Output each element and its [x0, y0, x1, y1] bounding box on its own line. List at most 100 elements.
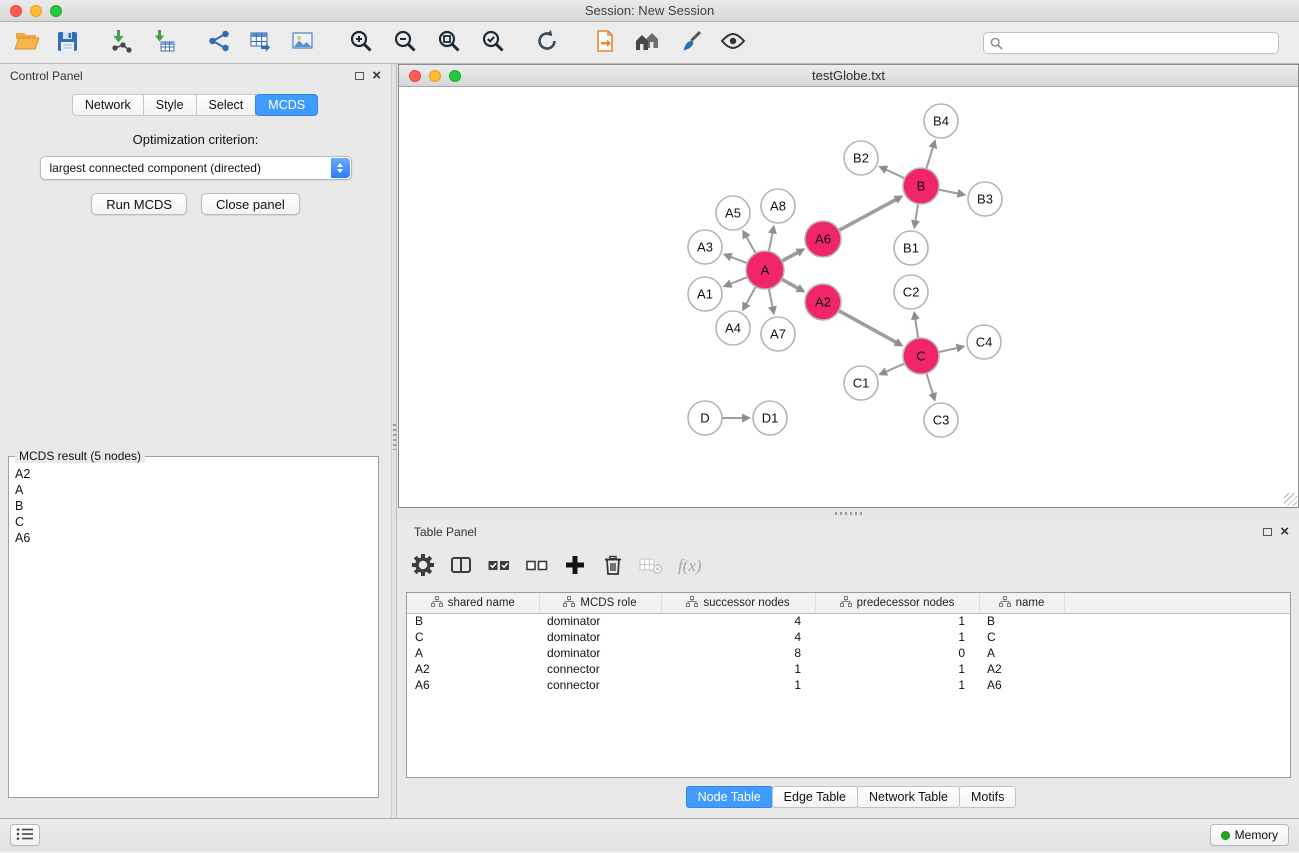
edge-C-C1[interactable] [886, 363, 905, 372]
select-all-columns-button[interactable] [484, 552, 514, 580]
tab-node-table[interactable]: Node Table [686, 786, 773, 808]
table-cell[interactable]: 4 [661, 629, 815, 645]
table-cell[interactable]: C [407, 629, 539, 645]
horizontal-splitter[interactable] [398, 508, 1299, 520]
vertical-splitter[interactable] [391, 64, 397, 818]
node-A8[interactable]: A8 [761, 189, 795, 223]
edge-B-B3[interactable] [939, 190, 959, 194]
table-cell[interactable]: A [407, 645, 539, 661]
task-history-button[interactable] [10, 824, 40, 846]
edge-A-A8[interactable] [769, 233, 773, 252]
tab-network-table[interactable]: Network Table [857, 786, 960, 808]
edge-A-A1[interactable] [730, 277, 747, 284]
node-C[interactable]: C [903, 338, 939, 374]
apply-layout-button[interactable] [530, 28, 564, 58]
zoom-selected-button[interactable] [476, 28, 510, 58]
table-cell[interactable]: A6 [407, 677, 539, 693]
table-cell[interactable]: A [979, 645, 1064, 661]
zoom-out-button[interactable] [388, 28, 422, 58]
edge-B-B1[interactable] [915, 204, 918, 222]
minimize-window-button[interactable] [30, 5, 42, 17]
search-box[interactable] [983, 32, 1279, 54]
edge-A6-B[interactable] [839, 199, 897, 230]
node-B1[interactable]: B1 [894, 231, 928, 265]
tab-network[interactable]: Network [72, 94, 144, 116]
edge-A-A4[interactable] [746, 287, 756, 305]
edge-B-B2[interactable] [886, 169, 905, 178]
function-builder-button[interactable]: f(x) [678, 556, 702, 576]
table-cell[interactable]: B [407, 613, 539, 629]
edge-C-C2[interactable] [915, 319, 918, 339]
network-close-button[interactable] [409, 70, 421, 82]
table-cell[interactable]: 1 [815, 629, 979, 645]
edge-B-B4[interactable] [926, 147, 933, 169]
column-header[interactable]: name [979, 593, 1064, 613]
edge-A-A6[interactable] [782, 252, 799, 261]
node-D[interactable]: D [688, 401, 722, 435]
list-item[interactable]: C [15, 514, 372, 530]
table-cell[interactable]: dominator [539, 645, 661, 661]
clone-network-table-button[interactable] [244, 28, 278, 58]
node-A6[interactable]: A6 [805, 221, 841, 257]
float-panel-icon[interactable] [1263, 528, 1272, 536]
export-image-button[interactable] [286, 28, 320, 58]
table-cell[interactable]: 1 [815, 677, 979, 693]
node-B2[interactable]: B2 [844, 141, 878, 175]
node-A7[interactable]: A7 [761, 317, 795, 351]
import-table-button[interactable] [146, 28, 180, 58]
table-settings-button[interactable] [408, 552, 438, 580]
edge-A-A7[interactable] [769, 289, 773, 308]
optimization-criterion-select[interactable]: largest connected component (directed) [40, 156, 352, 180]
table-cell[interactable]: B [979, 613, 1064, 629]
open-session-button[interactable] [10, 28, 44, 58]
search-input[interactable] [984, 33, 1278, 53]
zoom-fit-button[interactable] [432, 28, 466, 58]
tab-edge-table[interactable]: Edge Table [772, 786, 858, 808]
edge-A-A2[interactable] [782, 279, 799, 288]
column-header[interactable]: MCDS role [539, 593, 661, 613]
list-item[interactable]: A [15, 482, 372, 498]
node-A[interactable]: A [746, 251, 784, 289]
node-C4[interactable]: C4 [967, 325, 1001, 359]
node-A2[interactable]: A2 [805, 284, 841, 320]
table-cell[interactable]: 4 [661, 613, 815, 629]
fullscreen-window-button[interactable] [50, 5, 62, 17]
column-header[interactable]: successor nodes [661, 593, 815, 613]
resize-grip[interactable] [1284, 493, 1297, 506]
node-C3[interactable]: C3 [924, 403, 958, 437]
table-row[interactable]: Cdominator41C [407, 629, 1290, 645]
node-A5[interactable]: A5 [716, 196, 750, 230]
style-brush-button[interactable] [674, 28, 708, 58]
node-D1[interactable]: D1 [753, 401, 787, 435]
close-panel-icon[interactable]: × [1280, 526, 1289, 538]
table-cell[interactable]: A6 [979, 677, 1064, 693]
table-cell[interactable]: 1 [661, 661, 815, 677]
run-mcds-button[interactable]: Run MCDS [91, 193, 187, 215]
edge-A-A5[interactable] [746, 237, 756, 254]
list-item[interactable]: A2 [15, 466, 372, 482]
node-A1[interactable]: A1 [688, 277, 722, 311]
memory-button[interactable]: Memory [1210, 824, 1289, 846]
list-item[interactable]: B [15, 498, 372, 514]
node-B[interactable]: B [903, 168, 939, 204]
network-graph[interactable]: AA6A2BCA5A8A3A1A4A7B2B4B3B1C2C4C1C3DD1 [399, 87, 1289, 507]
table-cell[interactable]: 0 [815, 645, 979, 661]
table-cell[interactable]: connector [539, 661, 661, 677]
table-cell[interactable]: 8 [661, 645, 815, 661]
node-B3[interactable]: B3 [968, 182, 1002, 216]
node-B4[interactable]: B4 [924, 104, 958, 138]
node-A3[interactable]: A3 [688, 230, 722, 264]
delete-column-button[interactable] [598, 552, 628, 580]
close-panel-button[interactable]: Close panel [201, 193, 300, 215]
table-cell[interactable]: connector [539, 677, 661, 693]
edge-C-C4[interactable] [939, 348, 958, 352]
create-column-button[interactable] [560, 552, 590, 580]
column-header[interactable]: shared name [407, 593, 539, 613]
node-C2[interactable]: C2 [894, 275, 928, 309]
tab-mcds[interactable]: MCDS [255, 94, 318, 116]
toggle-visibility-button[interactable] [716, 28, 750, 58]
save-session-button[interactable] [50, 28, 84, 58]
tab-motifs[interactable]: Motifs [959, 786, 1016, 808]
network-canvas[interactable]: AA6A2BCA5A8A3A1A4A7B2B4B3B1C2C4C1C3DD1 [399, 87, 1298, 507]
table-cell[interactable]: dominator [539, 613, 661, 629]
